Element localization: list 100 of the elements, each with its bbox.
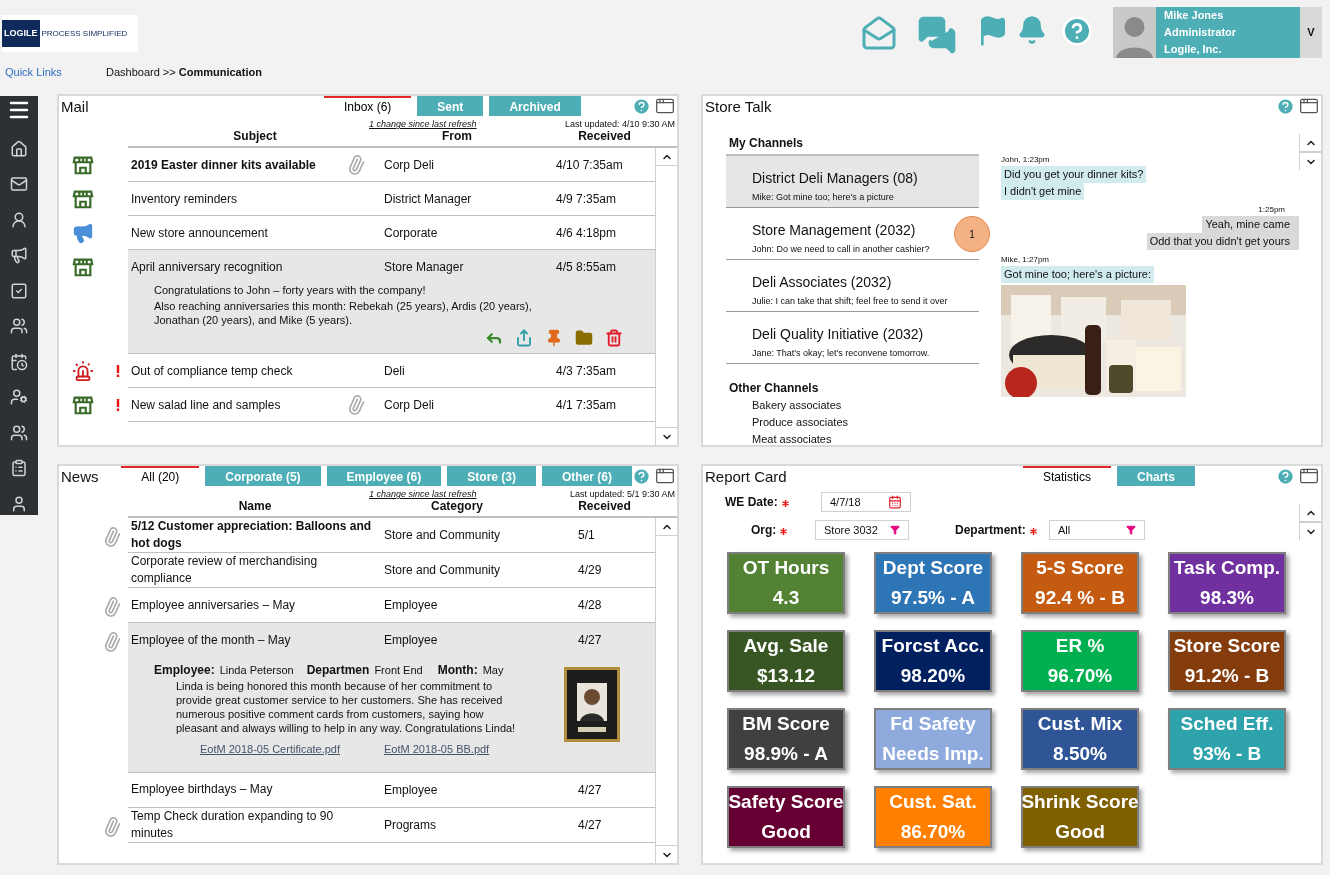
logo[interactable]: LOGILE PROCESS SIMPLIFIED [2, 15, 138, 52]
field-value: May [482, 663, 504, 678]
window-icon[interactable] [1299, 96, 1319, 116]
share-icon[interactable] [515, 329, 533, 347]
home-icon[interactable] [10, 139, 28, 158]
last-updated: Last updated: 4/10 9:30 AM [564, 118, 675, 131]
received-text: 4/6 4:18pm [555, 224, 618, 242]
window-icon[interactable] [655, 96, 675, 116]
tile-title: Avg. Sale [743, 634, 829, 658]
metric-tile[interactable]: 5-S Score 92.4 % - B [1021, 552, 1139, 614]
panel-title: Mail [60, 97, 90, 117]
folder-icon[interactable] [575, 329, 593, 347]
mail-icon[interactable] [10, 175, 28, 193]
field-label: WE Date: [725, 494, 778, 511]
tile-value: Good [1055, 820, 1105, 844]
storefront-icon [72, 188, 94, 210]
user-icon[interactable] [10, 494, 28, 513]
tile-title: Dept Score [882, 556, 984, 580]
person-icon[interactable] [10, 210, 28, 229]
received-text: 4/29 [577, 562, 603, 579]
window-icon[interactable] [655, 466, 675, 486]
metric-tile[interactable]: BM Score 98.9% - A [727, 708, 845, 770]
mail-row[interactable] [128, 250, 655, 354]
tile-title: 5-S Score [1036, 556, 1124, 580]
tile-value: 96.70% [1047, 664, 1113, 688]
tile-title: Cust. Mix [1037, 712, 1123, 736]
tile-title: Forcst Acc. [881, 634, 985, 658]
pin-icon[interactable] [545, 329, 563, 347]
mail-row[interactable]: Inventory reminders District Manager 4/9 7:35am [128, 182, 655, 216]
quick-links[interactable]: Quick Links [0, 64, 106, 81]
news-text: Linda is being honored this month because of her commitment to provide great customer service to her customers. She has received numerous positive comment cards from customers, saying how pleasant and always willing to help in any way. Congratulations Linda! [175, 679, 517, 735]
metric-tile[interactable]: Shrink Score Good [1021, 786, 1139, 848]
channel-item[interactable]: Store Management (2032) John: Do we need to call in another cashier? [726, 208, 954, 259]
tile-value: 8.50% [1053, 742, 1107, 766]
news-row[interactable]: Temp Check duration expanding to 90 minutes Programs 4/27 [128, 807, 655, 843]
news-title: Employee anniversaries – May [131, 597, 296, 612]
scrollbar[interactable] [655, 518, 677, 863]
important-icon [115, 399, 120, 411]
news-row[interactable] [128, 623, 655, 773]
news-row[interactable]: 5/12 Customer appreciation: Balloons and hot dogs Store and Community 5/1 [128, 518, 655, 553]
user-menu-button[interactable]: V [1300, 7, 1322, 58]
subject-text: New salad line and samples [131, 396, 282, 414]
news-row[interactable]: Employee birthdays – May Employee 4/27 [128, 772, 655, 808]
metric-tile[interactable]: OT Hours 4.3 [727, 552, 845, 614]
file-link[interactable]: EotM 2018-05 BB.pdf [384, 741, 490, 758]
channel-link[interactable]: Meat associates [726, 431, 979, 445]
metric-tile[interactable]: Dept Score 97.5% - A [874, 552, 992, 614]
metric-tile[interactable]: Safety Score Good [727, 786, 845, 848]
received-text: 4/9 7:35am [555, 190, 618, 208]
user-card[interactable]: Mike Jones Administrator Logile, Inc. V [1113, 7, 1322, 58]
clipboard-icon[interactable] [10, 459, 28, 477]
category-text: Programs [383, 816, 437, 834]
metric-tile[interactable]: Avg. Sale $13.12 [727, 630, 845, 692]
group-icon[interactable] [10, 317, 28, 335]
mail-row[interactable]: New salad line and samples Corp Deli 4/1 7:35am [128, 388, 655, 422]
category-text: Employee [383, 781, 439, 799]
channel-name: Store Management (2032) [752, 220, 917, 239]
calendar-icon[interactable] [10, 352, 28, 371]
metric-tile[interactable]: Cust. Mix 8.50% [1021, 708, 1139, 770]
file-link[interactable]: EotM 2018-05 Certificate.pdf [200, 741, 384, 758]
channel-item[interactable]: District Deli Managers (08) Mike: Got mine too; here's a picture [726, 156, 979, 207]
channel-link[interactable]: Bakery associates [726, 397, 979, 414]
scrollbar[interactable] [1299, 134, 1321, 170]
message-meta: Mike, 1:27pm [1001, 254, 1051, 266]
received-text: 5/1 [577, 527, 596, 544]
sender-text: District Manager [383, 190, 473, 208]
received-text: 4/27 [577, 632, 603, 649]
checkbox-icon[interactable] [10, 281, 28, 300]
news-row[interactable]: Corporate review of merchandising compliance Store and Community 4/29 [128, 553, 655, 588]
trash-icon[interactable] [605, 329, 623, 347]
message-meta: 1:25pm [1258, 204, 1286, 216]
metric-tile[interactable]: Forcst Acc. 98.20% [874, 630, 992, 692]
tab[interactable]: All (20) [121, 466, 200, 486]
metric-tile[interactable]: Task Comp. 98.3% [1168, 552, 1286, 614]
scrollbar[interactable] [1299, 504, 1321, 540]
group-icon[interactable] [10, 423, 28, 442]
chat-bubble: Got mine too; here's a picture: [1001, 266, 1154, 283]
user-settings-icon[interactable] [10, 388, 28, 406]
megaphone-icon[interactable] [10, 246, 28, 264]
chat-bubble: Yeah, mine came [1202, 216, 1299, 233]
received-text: 4/1 7:35am [555, 396, 618, 414]
tab[interactable]: Inbox (6) [324, 96, 412, 116]
mail-row[interactable]: Out of compliance temp check Deli 4/3 7:35am [128, 354, 655, 388]
news-title: 5/12 Customer appreciation: Balloons and hot dogs [131, 519, 372, 550]
help-icon[interactable] [1061, 15, 1093, 47]
received-text: 4/3 7:35am [555, 362, 618, 380]
channel-link[interactable]: Produce associates [726, 414, 979, 431]
metric-tile[interactable]: Store Score 91.2% - B [1168, 630, 1286, 692]
tile-title: Store Score [1173, 634, 1281, 658]
scrollbar[interactable] [655, 148, 677, 445]
tile-value: Needs Imp. [882, 742, 984, 766]
window-icon[interactable] [1299, 466, 1319, 486]
chat-bubble: I didn't get mine [1001, 183, 1085, 200]
channel-item[interactable]: Deli Associates (2032) Julie: I can take that shift; feel free to send it over [726, 260, 979, 311]
user-role: Administrator [1164, 25, 1238, 40]
channel-item[interactable]: Deli Quality Initiative (2032) Jane: That's okay; let's reconvene tomorrow. [726, 312, 979, 363]
panel-title: Report Card [704, 467, 788, 487]
tile-title: ER % [1055, 634, 1105, 658]
mail-row[interactable]: 2019 Easter dinner kits available Corp Deli 4/10 7:35am [128, 148, 655, 182]
subject-text: 2019 Easter dinner kits available [131, 156, 317, 174]
